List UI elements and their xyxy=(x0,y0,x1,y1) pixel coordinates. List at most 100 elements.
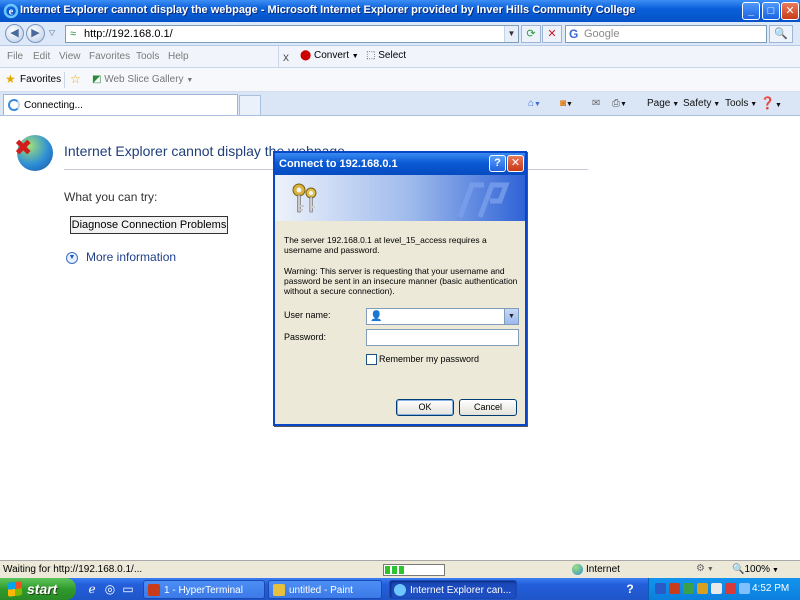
menu-help[interactable]: Help xyxy=(168,51,189,62)
chevron-down-icon: ▼ xyxy=(566,101,573,108)
security-alert-icon[interactable] xyxy=(669,583,680,594)
toolbar-divider xyxy=(278,46,279,68)
address-bar[interactable]: ≈ http://192.168.0.1/ ▼ xyxy=(65,25,519,43)
taskbar-hyperterminal[interactable]: 1 - HyperTerminal xyxy=(143,580,265,599)
favorites-divider xyxy=(64,72,65,88)
close-toolbar-button[interactable]: x xyxy=(283,50,289,64)
favorites-star-icon[interactable]: ★ xyxy=(5,72,16,86)
minimize-button[interactable]: _ xyxy=(742,2,760,20)
chevron-down-icon: ▼ xyxy=(748,101,758,108)
chevron-down-icon: ▼ xyxy=(711,101,721,108)
address-dropdown-icon[interactable]: ▼ xyxy=(504,26,518,42)
network-icon[interactable] xyxy=(655,583,666,594)
arrow-left-icon: ◀ xyxy=(10,27,19,39)
ok-button[interactable]: OK xyxy=(396,399,454,416)
forward-button[interactable]: ▶ xyxy=(26,24,45,43)
google-icon: G xyxy=(569,27,579,41)
antivirus-icon[interactable] xyxy=(683,583,694,594)
username-dropdown-icon[interactable]: ▼ xyxy=(504,309,518,324)
quicklaunch-desktop-icon[interactable]: ▭ xyxy=(120,581,136,597)
security-zone-label[interactable]: Internet xyxy=(586,564,620,575)
username-field[interactable]: 👤 ▼ xyxy=(366,308,519,325)
taskbar-ie-label: Internet Explorer can... xyxy=(410,585,512,596)
search-box[interactable]: G Google xyxy=(565,25,767,43)
convert-button[interactable]: ⬤ Convert ▼ xyxy=(300,50,359,61)
loading-spinner-icon xyxy=(8,99,20,111)
tab-connecting[interactable]: Connecting... xyxy=(3,94,238,115)
recent-pages-chevron-icon[interactable]: ▽ xyxy=(49,28,55,37)
quicklaunch-ie-icon[interactable]: ℯ xyxy=(84,581,100,597)
start-label: start xyxy=(27,581,58,597)
home-button[interactable]: ⌂▼ xyxy=(528,98,541,109)
search-button[interactable]: 🔍 xyxy=(769,25,793,43)
menu-view[interactable]: View xyxy=(59,51,81,62)
menu-tools[interactable]: Tools xyxy=(136,51,159,62)
taskbar-hyperterminal-label: 1 - HyperTerminal xyxy=(164,585,243,596)
dialog-close-button[interactable]: ✕ xyxy=(507,155,524,172)
dialog-help-button[interactable]: ? xyxy=(489,155,506,172)
expand-down-icon[interactable]: ▼ xyxy=(66,252,78,264)
help-circle-icon: ❓ xyxy=(760,96,775,110)
web-slice-icon: ◩ xyxy=(92,74,102,85)
refresh-button[interactable]: ⟳ xyxy=(521,25,541,43)
tray-app-icon[interactable] xyxy=(697,583,708,594)
tray-connection-icon[interactable] xyxy=(739,583,750,594)
taskbar-paint[interactable]: untitled - Paint xyxy=(268,580,382,599)
favorites-bar: ★ Favorites ☆ ◩ Web Slice Gallery ▼ xyxy=(0,68,800,92)
new-tab-button[interactable] xyxy=(239,95,261,115)
back-button[interactable]: ◀ xyxy=(5,24,24,43)
favorites-button[interactable]: Favorites xyxy=(20,74,61,85)
help-icon[interactable]: ? xyxy=(622,581,638,597)
select-icon: ⬚ xyxy=(366,50,376,61)
tab-bar: Connecting... ⌂▼ ◙▼ ✉ ⎙▼ Page ▼ Safety ▼… xyxy=(0,92,800,116)
zoom-value: 100% xyxy=(744,564,771,575)
taskbar-internet-explorer[interactable]: Internet Explorer can... xyxy=(389,580,517,599)
window-title-bar[interactable]: e Internet Explorer cannot display the w… xyxy=(0,0,800,22)
refresh-icon: ⟳ xyxy=(526,28,536,40)
feeds-button[interactable]: ◙▼ xyxy=(560,98,573,109)
print-button[interactable]: ⎙▼ xyxy=(612,98,627,109)
volume-icon[interactable] xyxy=(711,583,722,594)
page-menu-button[interactable]: Page ▼ xyxy=(647,98,679,109)
mail-icon: ✉ xyxy=(592,98,601,109)
protected-mode-icon[interactable]: ⚙ ▼ xyxy=(696,563,714,574)
chevron-down-icon: ▼ xyxy=(351,53,359,60)
stop-button[interactable]: ✕ xyxy=(542,25,562,43)
safety-menu-button[interactable]: Safety ▼ xyxy=(683,98,720,109)
start-button[interactable]: start xyxy=(0,578,76,600)
menu-favorites[interactable]: Favorites xyxy=(89,51,130,62)
remember-password-label[interactable]: Remember my password xyxy=(379,354,479,364)
read-mail-button[interactable]: ✉ xyxy=(592,98,600,109)
tray-extra-icon[interactable] xyxy=(725,583,736,594)
taskbar: start ℯ ◎ ▭ 1 - HyperTerminal untitled -… xyxy=(0,578,800,600)
chevron-down-icon: ▼ xyxy=(670,101,680,108)
arrow-right-icon: ▶ xyxy=(31,27,40,39)
remember-password-checkbox[interactable] xyxy=(366,354,377,365)
more-information-link[interactable]: More information xyxy=(86,250,176,264)
menu-edit[interactable]: Edit xyxy=(33,51,50,62)
maximize-button[interactable]: □ xyxy=(762,2,780,20)
quicklaunch-browser-icon[interactable]: ◎ xyxy=(102,581,118,597)
password-field[interactable] xyxy=(366,329,519,346)
internet-zone-icon xyxy=(572,564,583,575)
chevron-down-icon: ▼ xyxy=(774,102,782,109)
keys-icon xyxy=(292,183,317,213)
zoom-level[interactable]: 🔍100% ▼ xyxy=(732,564,779,575)
menu-file[interactable]: File xyxy=(7,51,23,62)
address-url[interactable]: http://192.168.0.1/ xyxy=(84,28,173,40)
add-to-favorites-icon[interactable]: ☆ xyxy=(70,72,81,86)
user-icon: 👤 xyxy=(370,311,383,322)
close-button[interactable]: ✕ xyxy=(781,2,799,20)
page-menu-label: Page xyxy=(647,98,671,109)
tools-menu-button[interactable]: Tools ▼ xyxy=(725,98,757,109)
select-button[interactable]: ⬚ Select xyxy=(366,50,406,61)
cancel-button[interactable]: Cancel xyxy=(459,399,517,416)
diagnose-connection-button[interactable]: Diagnose Connection Problems xyxy=(70,216,228,234)
help-menu-button[interactable]: ❓▼ xyxy=(760,96,782,110)
web-slice-gallery-link[interactable]: ◩ Web Slice Gallery ▼ xyxy=(92,74,193,85)
windows-logo-icon xyxy=(8,581,22,597)
progress-fill xyxy=(385,566,405,574)
banner-keys-watermark-icon xyxy=(457,182,510,218)
dialog-title-bar[interactable]: Connect to 192.168.0.1 ? ✕ xyxy=(275,153,525,175)
internet-explorer-icon xyxy=(394,584,406,596)
